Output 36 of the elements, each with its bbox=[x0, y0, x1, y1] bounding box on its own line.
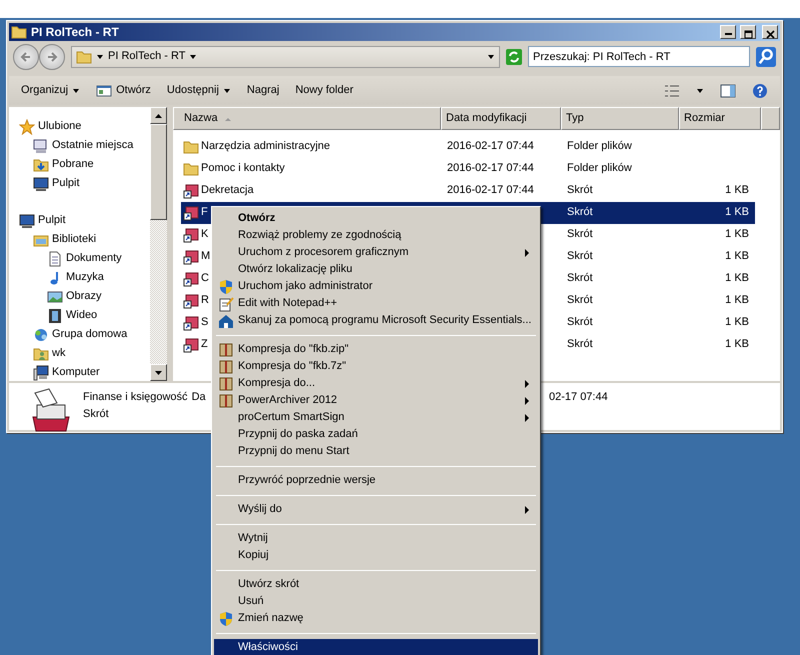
file-name: Dekretacja bbox=[201, 184, 254, 198]
file-size: 1 KB bbox=[725, 206, 749, 218]
details-type: Skrót bbox=[83, 408, 109, 422]
file-type: Folder plików bbox=[567, 140, 632, 152]
file-size: 1 KB bbox=[725, 294, 749, 306]
details-value: 02-17 07:44 bbox=[549, 391, 608, 404]
file-name: Z bbox=[201, 338, 208, 352]
file-name: Pomoc i kontakty bbox=[201, 162, 285, 176]
file-name: M bbox=[201, 250, 210, 264]
file-name: C bbox=[201, 272, 209, 286]
file-type: Skrót bbox=[567, 250, 593, 262]
file-name: K bbox=[201, 228, 208, 242]
window-title: PI RolTech - RT bbox=[31, 24, 120, 40]
file-name: F bbox=[201, 206, 208, 220]
file-type: Skrót bbox=[567, 272, 593, 284]
file-type: Skrót bbox=[567, 228, 593, 240]
file-size: 1 KB bbox=[725, 316, 749, 328]
file-name: Narzędzia administracyjne bbox=[201, 140, 330, 154]
file-type: Skrót bbox=[567, 206, 593, 218]
file-type: Folder plików bbox=[567, 162, 632, 174]
file-date: 2016-02-17 07:44 bbox=[447, 140, 534, 152]
file-type: Skrót bbox=[567, 338, 593, 350]
file-type: Skrót bbox=[567, 316, 593, 328]
file-type: Skrót bbox=[567, 294, 593, 306]
file-name: R bbox=[201, 294, 209, 308]
file-type: Skrót bbox=[567, 184, 593, 196]
file-size: 1 KB bbox=[725, 184, 749, 196]
details-label: Da bbox=[192, 391, 206, 404]
details-name: Finanse i księgowość bbox=[83, 391, 188, 404]
file-date: 2016-02-17 07:44 bbox=[447, 184, 534, 196]
file-size: 1 KB bbox=[725, 228, 749, 240]
file-size: 1 KB bbox=[725, 272, 749, 284]
file-size: 1 KB bbox=[725, 338, 749, 350]
file-date: 2016-02-17 07:44 bbox=[447, 162, 534, 174]
file-size: 1 KB bbox=[725, 250, 749, 262]
file-name: S bbox=[201, 316, 208, 330]
